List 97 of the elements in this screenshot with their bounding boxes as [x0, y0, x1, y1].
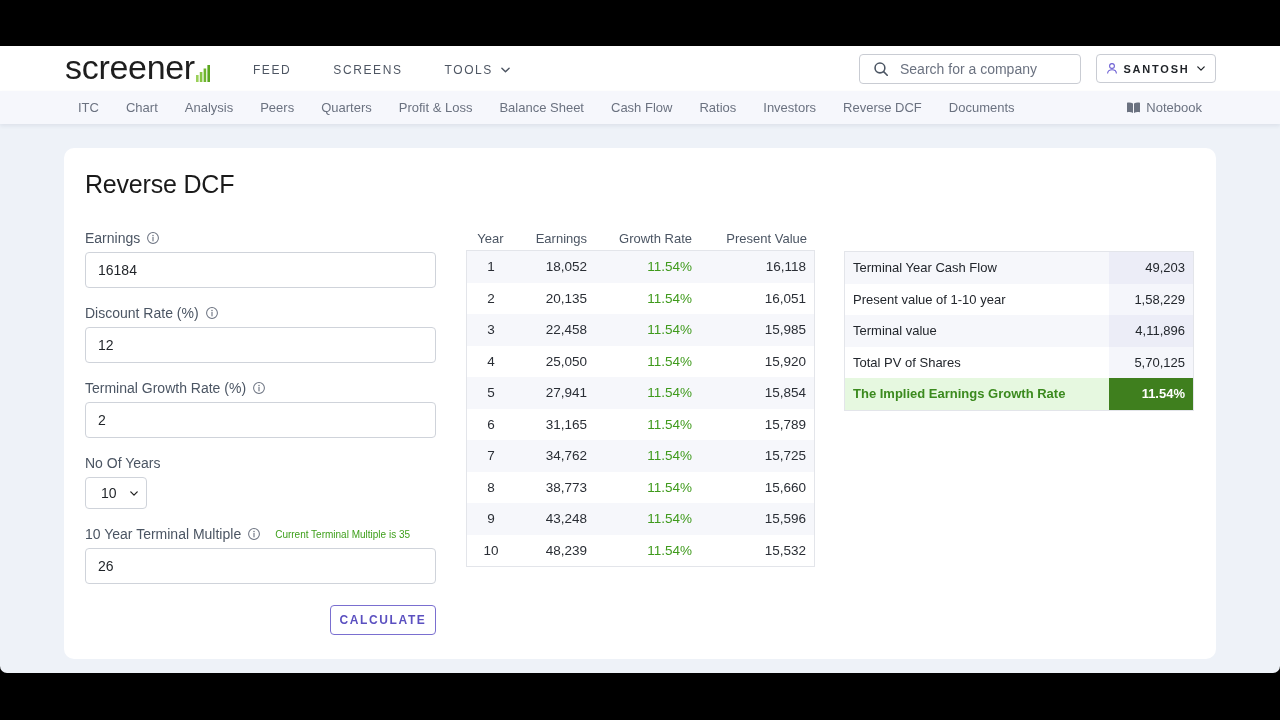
input-field[interactable]: 2: [85, 402, 436, 438]
table-cell-text: 11.54%: [647, 290, 693, 306]
summary-value: 1,58,229: [1109, 283, 1193, 315]
table-cell-text: 11.54%: [647, 448, 693, 464]
table-cell-text: 11.54%: [647, 479, 693, 495]
summary-value: 11.54%: [1109, 378, 1193, 410]
table-cell-text: 15,985: [764, 322, 807, 338]
summary-value: 5,70,125: [1109, 346, 1193, 378]
table-cell: 3: [487, 322, 495, 338]
chevron-down-icon: [501, 67, 510, 73]
table-cell-text: 15,532: [764, 542, 807, 558]
nav-link[interactable]: TOOLS: [444, 60, 510, 77]
book-icon: [1127, 102, 1141, 113]
section-link[interactable]: Chart: [125, 100, 158, 115]
info-icon[interactable]: [253, 382, 266, 394]
table-cell-text: 15,854: [764, 385, 807, 401]
input-field[interactable]: 12: [85, 327, 436, 363]
table-cell-text: 22,458: [545, 322, 588, 338]
input-field[interactable]: 16184: [85, 252, 436, 288]
table-cell: 2: [487, 290, 495, 306]
table-cell: 4: [487, 353, 495, 369]
table-cell-text: 20,135: [545, 290, 588, 306]
info-icon[interactable]: [147, 232, 160, 244]
table-cell-text: 48,239: [545, 542, 588, 558]
table-cell-text: 43,248: [545, 511, 588, 527]
search-icon: [874, 61, 888, 76]
column-header: Earnings: [535, 229, 588, 248]
table-cell-text: 11.54%: [647, 322, 693, 338]
info-icon[interactable]: [205, 307, 218, 319]
table-cell: 8: [487, 479, 495, 495]
column-header: Present Value: [726, 229, 808, 248]
table-cell-text: 11.54%: [647, 542, 693, 558]
section-link[interactable]: Documents: [948, 100, 1015, 115]
summary-label: Terminal Year Cash Flow: [845, 252, 1109, 284]
summary-label: Terminal value: [845, 315, 1109, 347]
user-menu-button[interactable]: SANTOSH: [1096, 54, 1216, 83]
summary-label: The Implied Earnings Growth Rate: [845, 378, 1109, 410]
field-label: Earnings: [85, 230, 141, 246]
years-select[interactable]: 10: [85, 477, 147, 509]
column-header: Year: [477, 229, 504, 248]
table-cell-text: 11.54%: [647, 416, 693, 432]
table-cell-text: 11.54%: [647, 511, 693, 527]
hint-text: Current Terminal Multiple is 35: [275, 528, 411, 540]
table-cell-text: 25,050: [545, 353, 588, 369]
search-field[interactable]: Search for a company: [859, 53, 1081, 84]
section-link[interactable]: Investors: [763, 100, 817, 115]
info-icon[interactable]: [248, 528, 261, 540]
chevron-down-icon: [130, 490, 138, 496]
table-cell-text: 11.54%: [647, 259, 693, 275]
user-icon: [1107, 63, 1118, 74]
section-link[interactable]: Analysis: [184, 100, 234, 115]
table-cell-text: 16,051: [764, 290, 807, 306]
table-cell: 6: [487, 416, 495, 432]
table-cell-text: 15,920: [764, 353, 807, 369]
table-cell: 10: [483, 542, 499, 558]
summary-label: Present value of 1-10 year: [852, 290, 1007, 309]
notebook-link[interactable]: Notebook: [1127, 100, 1202, 115]
summary-label: Total PV of Shares: [852, 353, 962, 372]
table-cell-text: 11.54%: [647, 385, 693, 401]
table-cell: 5: [487, 385, 495, 401]
page-title: Reverse DCF: [85, 169, 236, 200]
table-cell-text: 16,118: [765, 259, 807, 275]
section-link[interactable]: ITC: [78, 100, 99, 115]
calculate-button[interactable]: CALCULATE: [330, 605, 436, 635]
summary-value: 4,11,896: [1109, 315, 1193, 347]
section-link[interactable]: Profit & Loss: [398, 100, 473, 115]
section-link[interactable]: Quarters: [321, 100, 372, 115]
section-link[interactable]: Reverse DCF: [843, 100, 922, 115]
field-label: 10 Year Terminal Multiple: [85, 526, 242, 542]
table-cell: 9: [487, 511, 495, 527]
column-header: Growth Rate: [619, 229, 693, 248]
section-link[interactable]: Peers: [260, 100, 295, 115]
section-link[interactable]: Ratios: [699, 100, 737, 115]
table-cell-text: 34,762: [545, 448, 588, 464]
bar-chart-icon: [195, 64, 210, 82]
table-cell-text: 11.54%: [647, 353, 693, 369]
section-link[interactable]: Cash Flow: [611, 100, 673, 115]
field-label: Discount Rate (%): [85, 305, 199, 321]
table-cell-text: 27,941: [545, 385, 588, 401]
input-field[interactable]: 26: [85, 548, 436, 584]
table-cell-text: 38,773: [545, 479, 588, 495]
table-cell: 7: [487, 448, 495, 464]
table-cell: 1: [487, 259, 495, 275]
table-cell-text: 31,165: [545, 416, 588, 432]
field-label: No Of Years: [85, 455, 161, 471]
table-cell-text: 15,725: [764, 448, 807, 464]
field-label: Terminal Growth Rate (%): [85, 380, 247, 396]
nav-link[interactable]: FEED: [252, 60, 292, 77]
chevron-down-icon: [1196, 66, 1205, 71]
table-cell-text: 15,660: [764, 479, 807, 495]
logo[interactable]: screener: [65, 49, 210, 84]
table-cell-text: 15,789: [764, 416, 807, 432]
table-cell-text: 18,052: [545, 259, 588, 275]
nav-link[interactable]: SCREENS: [333, 60, 403, 77]
summary-value: 49,203: [1109, 252, 1193, 284]
section-link[interactable]: Balance Sheet: [499, 100, 584, 115]
table-cell-text: 15,596: [764, 511, 807, 527]
